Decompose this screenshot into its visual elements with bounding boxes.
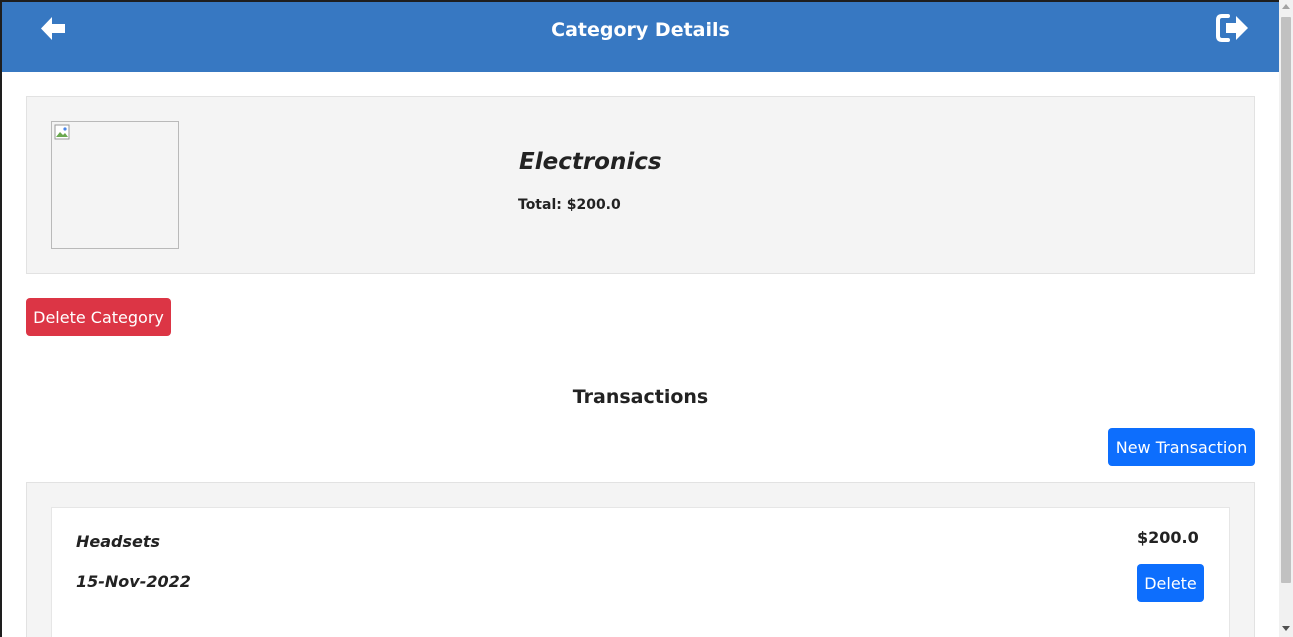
scroll-up-arrow-icon[interactable] xyxy=(1282,4,1290,9)
category-image xyxy=(51,121,179,249)
category-total: Total: $200.0 xyxy=(518,197,621,213)
category-name: Electronics xyxy=(519,149,662,175)
delete-transaction-button[interactable]: Delete xyxy=(1137,564,1204,602)
transaction-amount: $200.0 xyxy=(1137,528,1199,547)
sign-out-icon[interactable] xyxy=(1215,12,1251,44)
vertical-scrollbar[interactable] xyxy=(1279,0,1293,637)
top-navbar: Category Details xyxy=(2,2,1279,72)
transaction-name: Headsets xyxy=(76,532,161,551)
transaction-date: 15-Nov-2022 xyxy=(76,572,191,591)
category-summary-card: Electronics Total: $200.0 xyxy=(26,96,1255,274)
delete-category-button[interactable]: Delete Category xyxy=(26,298,171,336)
scroll-down-arrow-icon[interactable] xyxy=(1282,626,1290,631)
app-viewport: Category Details Electronics Total: $200… xyxy=(2,2,1279,637)
transaction-item: Headsets 15-Nov-2022 $200.0 Delete xyxy=(51,507,1230,637)
broken-image-icon xyxy=(54,124,70,140)
scrollbar-thumb[interactable] xyxy=(1281,17,1291,583)
transactions-list: Headsets 15-Nov-2022 $200.0 Delete xyxy=(26,482,1255,637)
new-transaction-button[interactable]: New Transaction xyxy=(1108,428,1255,466)
page-title: Category Details xyxy=(551,19,730,41)
transactions-heading: Transactions xyxy=(572,386,709,408)
